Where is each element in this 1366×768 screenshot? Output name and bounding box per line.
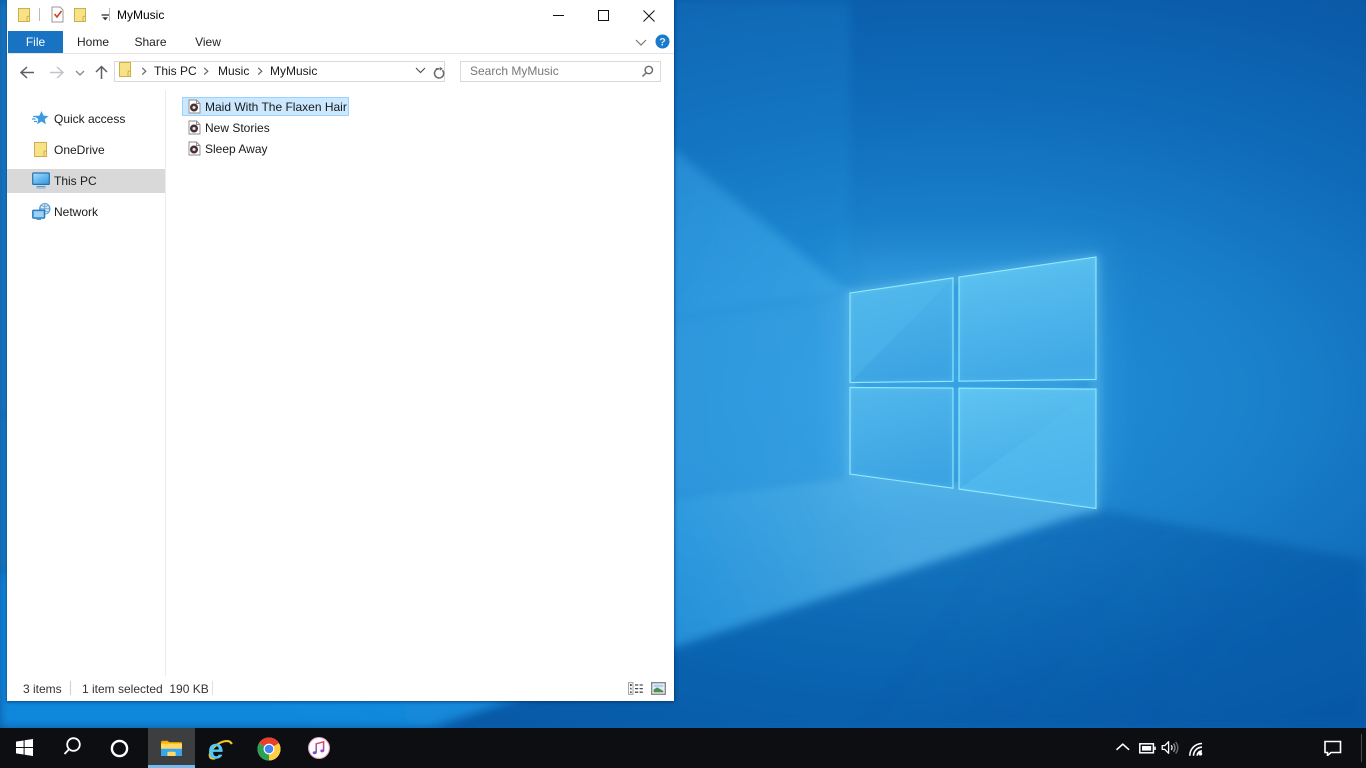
svg-text:e: e [208,736,224,761]
svg-text:?: ? [659,37,666,49]
